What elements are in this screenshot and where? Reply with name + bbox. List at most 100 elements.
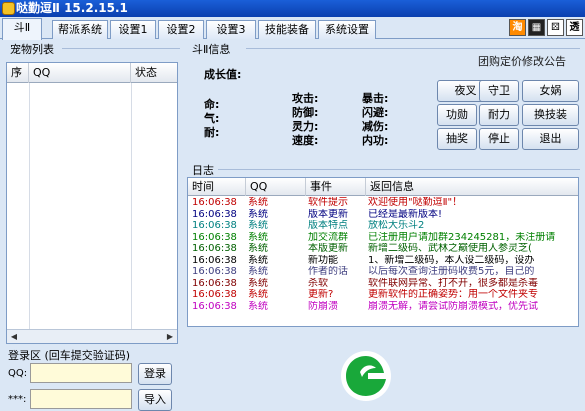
- log-row[interactable]: 16:06:38 系统 版本特点 放松大乐斗2: [188, 220, 578, 232]
- tou-icon[interactable]: 透: [566, 19, 583, 36]
- tab-dou2[interactable]: 斗Ⅱ: [2, 18, 42, 40]
- log-rows: 16:06:38 系统 软件提示 欢迎使用"哒勤逗Ⅱ"！ 16:06:38 系统 版本更新已…: [188, 197, 578, 312]
- log-event: 作者的话: [308, 266, 348, 277]
- info-group-line: [246, 48, 580, 49]
- merit-button[interactable]: 功勋: [437, 104, 477, 126]
- log-event: 加交流群: [308, 231, 348, 243]
- tao-icon[interactable]: 淘: [509, 19, 526, 36]
- tab-settings2[interactable]: 设置2: [158, 20, 204, 39]
- log-time: 16:06:38: [192, 231, 237, 243]
- exit-button[interactable]: 退出: [522, 128, 579, 150]
- leaf-logo-icon: [341, 351, 391, 401]
- log-message: 1、新增二级码，本人设二级码，设办: [368, 254, 535, 266]
- log-message: 新增二级码、武林之巅使用人参灵芝(: [368, 243, 532, 254]
- stop-button[interactable]: 停止: [479, 128, 519, 150]
- log-event: 软件提示: [308, 197, 348, 208]
- log-row[interactable]: 16:06:38 系统 作者的话 以后每次查询注册码收费5元，自己的: [188, 266, 578, 278]
- log-event: 版本更新: [308, 208, 348, 220]
- log-time: 16:06:38: [192, 289, 237, 300]
- col-time[interactable]: 时间: [188, 178, 246, 196]
- log-row[interactable]: 16:06:38 系统 防崩溃 崩溃无解，请尝试防崩溃模式，优先试: [188, 301, 578, 313]
- group-buy-notice-link[interactable]: 团购定价修改公告: [478, 53, 566, 69]
- grid-line: [29, 83, 30, 329]
- tab-gang-system[interactable]: 帮派系统: [52, 20, 108, 39]
- log-message: 已注册用户请加群234245281，未注册请: [368, 231, 556, 243]
- col-message[interactable]: 返回信息: [366, 178, 578, 196]
- log-table-header: 时间 QQ 事件 返回信息: [188, 178, 578, 196]
- guard-button[interactable]: 守卫: [479, 80, 519, 102]
- app-icon: [2, 2, 15, 15]
- log-row[interactable]: 16:06:38 系统 新功能 1、新增二级码，本人设二级码，设办: [188, 255, 578, 267]
- qq-label: QQ:: [8, 368, 28, 379]
- tab-skills-equipment[interactable]: 技能装备: [258, 20, 316, 39]
- import-button[interactable]: 导入: [138, 389, 172, 411]
- col-status[interactable]: 状态: [131, 63, 177, 83]
- log-row[interactable]: 16:06:38 系统 加交流群 已注册用户请加群234245281，未注册请: [188, 232, 578, 244]
- endurance-button[interactable]: 耐力: [479, 104, 519, 126]
- lottery-button[interactable]: 抽奖: [437, 128, 477, 150]
- col-qq[interactable]: QQ: [29, 63, 131, 83]
- log-time: 16:06:38: [192, 277, 237, 289]
- password-input[interactable]: [30, 389, 132, 409]
- title-bar: 哒勤逗Ⅱ 15.2.15.1: [0, 0, 585, 17]
- log-qq: 系统: [248, 220, 268, 231]
- col-event[interactable]: 事件: [306, 178, 366, 196]
- log-message: 已经是最新版本!: [368, 208, 443, 220]
- log-time: 16:06:38: [192, 254, 237, 266]
- info-panel-label: 斗Ⅱ信息: [192, 43, 231, 56]
- log-qq: 系统: [248, 300, 268, 312]
- log-qq: 系统: [248, 254, 268, 266]
- log-row[interactable]: 16:06:38 系统 软件提示 欢迎使用"哒勤逗Ⅱ"！: [188, 197, 578, 209]
- log-row[interactable]: 16:06:38 系统 杀软 软件联网异常、打不开，很多都是杀毒: [188, 278, 578, 290]
- stat-speed-label: 速度:: [292, 134, 319, 147]
- log-table[interactable]: 时间 QQ 事件 返回信息 16:06:38 系统 软件提示 欢迎使用"哒勤逗Ⅱ"！ 1…: [187, 177, 579, 327]
- log-time: 16:06:38: [192, 220, 237, 231]
- log-row[interactable]: 16:06:38 系统 本版更新 新增二级码、武林之巅使用人参灵芝(: [188, 243, 578, 255]
- log-event: 本版更新: [308, 243, 348, 254]
- log-qq: 系统: [248, 289, 268, 300]
- col-qq[interactable]: QQ: [246, 178, 306, 196]
- log-event: 更新?: [308, 289, 334, 300]
- scroll-left-icon[interactable]: ◀: [7, 330, 21, 343]
- log-event: 杀软: [308, 277, 328, 289]
- log-time: 16:06:38: [192, 243, 237, 254]
- pet-list-label: 宠物列表: [10, 43, 54, 56]
- qq-input[interactable]: [30, 363, 132, 383]
- window-title: 哒勤逗Ⅱ 15.2.15.1: [16, 1, 128, 15]
- tab-settings3[interactable]: 设置3: [206, 20, 256, 39]
- log-time: 16:06:38: [192, 266, 237, 277]
- dice-icon[interactable]: ⚄: [547, 19, 564, 36]
- log-event: 版本特点: [308, 220, 348, 231]
- scroll-right-icon[interactable]: ▶: [163, 330, 177, 343]
- log-group-line: [218, 169, 580, 170]
- growth-label: 成长值:: [204, 68, 242, 81]
- stat-endurance-label: 耐:: [204, 126, 220, 139]
- tab-system-settings[interactable]: 系统设置: [318, 20, 376, 39]
- pet-table[interactable]: 序 QQ 状态 ◀ ▶: [6, 62, 178, 344]
- password-label: ***:: [8, 394, 27, 405]
- swap-equipment-button[interactable]: 换技装: [522, 104, 579, 126]
- tab-settings1[interactable]: 设置1: [110, 20, 156, 39]
- grid-line: [131, 83, 132, 329]
- log-qq: 系统: [248, 208, 268, 220]
- login-area-label: 登录区 (回车提交验证码): [8, 349, 131, 362]
- tab-bar: 斗Ⅱ 帮派系统 设置1 设置2 设置3 技能装备 系统设置 淘 ▦ ⚄ 透: [0, 17, 585, 40]
- log-qq: 系统: [248, 197, 268, 208]
- stat-inner-power-label: 内功:: [362, 134, 389, 147]
- pet-table-header: 序 QQ 状态: [7, 63, 177, 83]
- login-button[interactable]: 登录: [138, 363, 172, 385]
- log-message: 更新软件的正确姿势：用一个文件夹专: [368, 289, 538, 300]
- nuwa-button[interactable]: 女娲: [522, 80, 579, 102]
- log-time: 16:06:38: [192, 208, 237, 220]
- log-message: 崩溃无解，请尝试防崩溃模式，优先试: [368, 300, 538, 312]
- log-row[interactable]: 16:06:38 系统 更新? 更新软件的正确姿势：用一个文件夹专: [188, 289, 578, 301]
- log-event: 新功能: [308, 254, 338, 266]
- log-message: 放松大乐斗2: [368, 220, 425, 231]
- pet-horizontal-scrollbar[interactable]: ◀ ▶: [7, 329, 177, 343]
- toolbar-icons: 淘 ▦ ⚄ 透: [507, 19, 583, 36]
- log-row[interactable]: 16:06:38 系统 版本更新 已经是最新版本!: [188, 209, 578, 221]
- log-message: 软件联网异常、打不开，很多都是杀毒: [368, 277, 538, 289]
- log-qq: 系统: [248, 277, 268, 289]
- film-icon[interactable]: ▦: [528, 19, 545, 36]
- col-index[interactable]: 序: [7, 63, 29, 83]
